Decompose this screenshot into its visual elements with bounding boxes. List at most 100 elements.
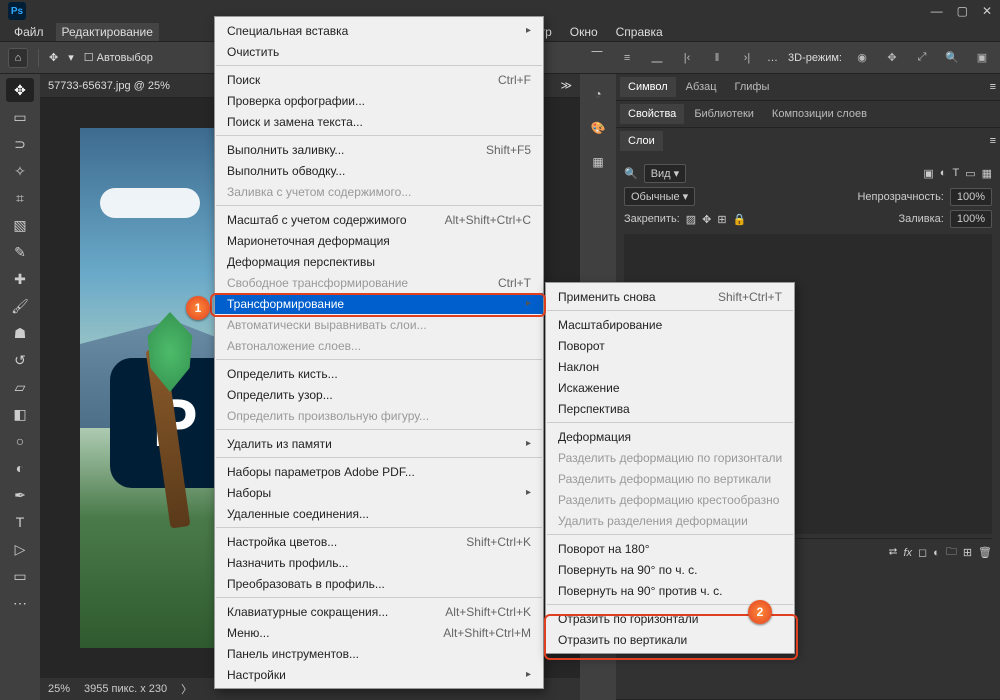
move-tool-icon[interactable]: ✥ xyxy=(49,51,58,64)
filter-adjustment-icon[interactable]: ◐ xyxy=(940,167,947,180)
panel-menu-icon[interactable]: ≡ xyxy=(990,81,996,93)
menu-item[interactable]: Повернуть на 90° против ч. с. xyxy=(546,580,794,601)
menu-item[interactable]: Настройка цветов...Shift+Ctrl+K xyxy=(215,531,543,552)
menu-item[interactable]: Специальная вставка xyxy=(215,20,543,41)
menu-window[interactable]: Окно xyxy=(564,23,604,41)
more-tools-icon[interactable]: ⋯ xyxy=(6,591,34,615)
filter-smart-icon[interactable]: ▦ xyxy=(982,167,992,180)
menu-item[interactable]: Применить сноваShift+Ctrl+T xyxy=(546,286,794,307)
menu-item[interactable]: Марионеточная деформация xyxy=(215,230,543,251)
orbit-icon[interactable]: ◉ xyxy=(852,48,872,68)
menu-item[interactable]: Поворот на 180° xyxy=(546,538,794,559)
menu-item[interactable]: Повернуть на 90° по ч. с. xyxy=(546,559,794,580)
color-panel-icon[interactable]: 🎨 xyxy=(586,116,610,140)
filter-shape-icon[interactable]: ▭ xyxy=(965,167,975,180)
menu-item[interactable]: Определить узор... xyxy=(215,384,543,405)
marquee-tool-icon[interactable]: ▭ xyxy=(6,105,34,129)
align-top-icon[interactable]: ⎺ xyxy=(587,48,607,68)
history-panel-icon[interactable]: ◔ xyxy=(586,82,610,106)
link-layers-icon[interactable]: ⮂ xyxy=(889,546,898,559)
menu-item[interactable]: Клавиатурные сокращения...Alt+Shift+Ctrl… xyxy=(215,601,543,622)
menu-item[interactable]: Масштабирование xyxy=(546,314,794,335)
align-left-icon[interactable]: |‹ xyxy=(677,48,697,68)
dolly-icon[interactable]: ⤢ xyxy=(912,48,932,68)
auto-select-checkbox[interactable]: ☐ Автовыбор xyxy=(84,51,153,64)
menu-item[interactable]: Масштаб с учетом содержимогоAlt+Shift+Ct… xyxy=(215,209,543,230)
menu-item[interactable]: Определить кисть... xyxy=(215,363,543,384)
wand-tool-icon[interactable]: ✧ xyxy=(6,159,34,183)
menu-item[interactable]: Настройки xyxy=(215,664,543,685)
group-icon[interactable]: 🗀 xyxy=(946,543,957,562)
workspace-icon[interactable]: ▣ xyxy=(972,48,992,68)
more-align-icon[interactable]: … xyxy=(767,52,778,64)
home-icon[interactable]: ⌂ xyxy=(8,48,28,68)
fill-input[interactable]: 100% xyxy=(950,210,992,228)
eyedropper-tool-icon[interactable]: ✎ xyxy=(6,240,34,264)
menu-item[interactable]: Наборы xyxy=(215,482,543,503)
move-tool-icon[interactable]: ✥ xyxy=(6,78,34,102)
menu-item[interactable]: Поворот xyxy=(546,335,794,356)
menu-item[interactable]: Наборы параметров Adobe PDF... xyxy=(215,461,543,482)
panel-menu-icon[interactable]: ≡ xyxy=(990,135,996,147)
menu-item[interactable]: Выполнить заливку...Shift+F5 xyxy=(215,139,543,160)
align-vcenter-icon[interactable]: ≡ xyxy=(617,48,637,68)
zoom-level[interactable]: 25% xyxy=(48,683,70,695)
lock-all-icon[interactable]: 🔒 xyxy=(733,213,747,226)
menu-item[interactable]: Наклон xyxy=(546,356,794,377)
blend-mode-dropdown[interactable]: Обычные ▾ xyxy=(624,187,695,206)
menu-item[interactable]: Удалить из памяти xyxy=(215,433,543,454)
brush-tool-icon[interactable]: 🖌 xyxy=(6,294,34,318)
document-tab[interactable]: 57733-65637.jpg @ 25% xyxy=(48,80,170,92)
tab-libraries[interactable]: Библиотеки xyxy=(686,104,762,124)
menu-item[interactable]: Поиск и замена текста... xyxy=(215,111,543,132)
history-brush-tool-icon[interactable]: ↺ xyxy=(6,348,34,372)
mask-icon[interactable]: ◻ xyxy=(918,546,927,559)
search-icon[interactable]: 🔍 xyxy=(624,167,638,180)
menu-help[interactable]: Справка xyxy=(610,23,669,41)
menu-item[interactable]: Меню...Alt+Shift+Ctrl+M xyxy=(215,622,543,643)
pen-tool-icon[interactable]: ✒ xyxy=(6,483,34,507)
layer-filter-dropdown[interactable]: Вид ▾ xyxy=(644,164,686,183)
frame-tool-icon[interactable]: ▧ xyxy=(6,213,34,237)
menu-item[interactable]: Выполнить обводку... xyxy=(215,160,543,181)
tab-properties[interactable]: Свойства xyxy=(620,104,684,124)
heal-tool-icon[interactable]: ✚ xyxy=(6,267,34,291)
menu-item[interactable]: Панель инструментов... xyxy=(215,643,543,664)
tab-symbol[interactable]: Символ xyxy=(620,77,676,97)
menu-item[interactable]: Деформация перспективы xyxy=(215,251,543,272)
menu-item[interactable]: Искажение xyxy=(546,377,794,398)
opacity-input[interactable]: 100% xyxy=(950,188,992,206)
menu-item[interactable]: Проверка орфографии... xyxy=(215,90,543,111)
menu-item[interactable]: Преобразовать в профиль... xyxy=(215,573,543,594)
stamp-tool-icon[interactable]: ☗ xyxy=(6,321,34,345)
menu-item[interactable]: Деформация xyxy=(546,426,794,447)
maximize-icon[interactable]: ▢ xyxy=(957,4,968,18)
menu-item[interactable]: ПоискCtrl+F xyxy=(215,69,543,90)
filter-pixel-icon[interactable]: ▣ xyxy=(923,167,933,180)
crop-tool-icon[interactable]: ⌗ xyxy=(6,186,34,210)
gradient-tool-icon[interactable]: ◧ xyxy=(6,402,34,426)
lock-nested-icon[interactable]: ⊞ xyxy=(717,213,726,226)
filter-type-icon[interactable]: T xyxy=(952,167,959,180)
menu-edit[interactable]: Редактирование xyxy=(56,23,159,41)
blur-tool-icon[interactable]: ○ xyxy=(6,429,34,453)
lock-pixels-icon[interactable]: ▨ xyxy=(686,213,696,226)
align-right-icon[interactable]: ›| xyxy=(737,48,757,68)
align-bottom-icon[interactable]: ⎽ xyxy=(647,48,667,68)
tab-paragraph[interactable]: Абзац xyxy=(678,77,725,97)
pan-icon[interactable]: ✥ xyxy=(882,48,902,68)
type-tool-icon[interactable]: T xyxy=(6,510,34,534)
menu-item[interactable]: Удаленные соединения... xyxy=(215,503,543,524)
adjustment-icon[interactable]: ◐ xyxy=(933,547,940,559)
menu-file[interactable]: Файл xyxy=(8,23,50,41)
lasso-tool-icon[interactable]: ⊃ xyxy=(6,132,34,156)
new-layer-icon[interactable]: ⊞ xyxy=(963,546,972,559)
menu-item[interactable]: Очистить xyxy=(215,41,543,62)
align-hcenter-icon[interactable]: ‖ xyxy=(707,48,727,68)
eraser-tool-icon[interactable]: ▱ xyxy=(6,375,34,399)
minimize-icon[interactable]: — xyxy=(931,4,943,18)
search-icon[interactable]: 🔍 xyxy=(942,48,962,68)
lock-position-icon[interactable]: ✥ xyxy=(702,213,711,226)
trash-icon[interactable]: 🗑 xyxy=(978,546,992,559)
close-icon[interactable]: ✕ xyxy=(982,4,992,18)
